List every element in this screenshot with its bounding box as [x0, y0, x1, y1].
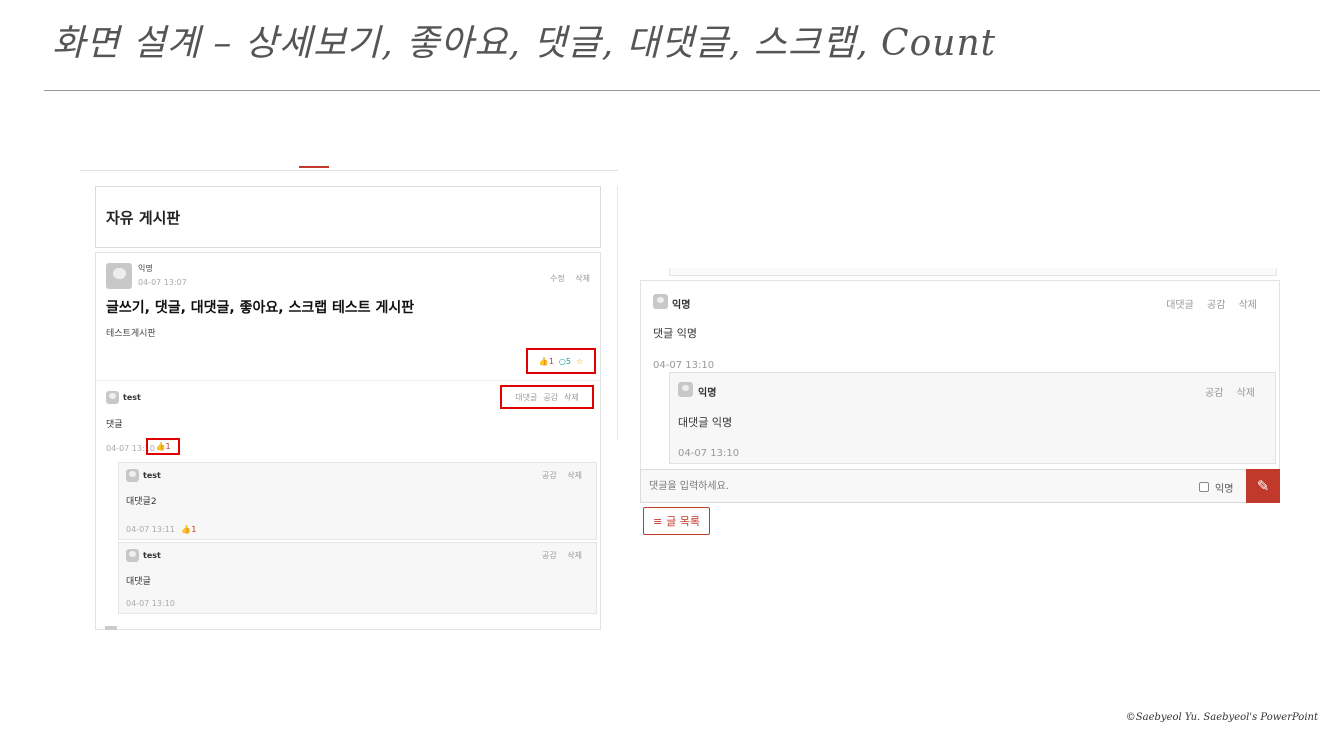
post-list-label: 글 목록 [666, 515, 701, 528]
reply-date: 04-07 13:10 [678, 448, 740, 459]
board-header: 자유 게시판 [95, 186, 601, 248]
reply-delete-button[interactable]: 삭제 [567, 551, 582, 560]
comment-like-button[interactable]: 공감 [543, 392, 558, 403]
post-author: 익명 [138, 264, 153, 273]
title-divider [44, 90, 1320, 91]
reply-date: 04-07 13:10 [126, 599, 175, 608]
post-stats: 👍1 ○5 ☆ [526, 348, 596, 374]
reply-text: 대댓글 익명 [678, 416, 733, 429]
reply-card: test 공감 삭제 대댓글2 04-07 13:11 👍1 [118, 462, 597, 540]
avatar-icon [106, 263, 132, 289]
comment-author: 익명 [672, 300, 691, 311]
post-title: 글쓰기, 댓글, 대댓글, 좋아요, 스크랩 테스트 게시판 [106, 300, 415, 316]
reply-delete-button[interactable]: 삭제 [567, 471, 582, 480]
anonymous-checkbox[interactable] [1199, 482, 1209, 492]
reply-like-button[interactable]: 공감 [542, 551, 557, 560]
comment-actions: 대댓글 공감 삭제 [500, 385, 594, 409]
comment-text: 댓글 익명 [653, 327, 697, 340]
list-icon: ≡ [652, 514, 663, 528]
submit-comment-button[interactable]: ✎ [1246, 469, 1280, 503]
comment-icon: ○ [558, 356, 566, 366]
reply-actions: 공감 삭제 [1195, 384, 1255, 399]
reply-button[interactable]: 대댓글 [1166, 300, 1194, 311]
avatar-icon [126, 549, 139, 562]
comment-delete-button[interactable]: 삭제 [1239, 300, 1257, 311]
reply-delete-button[interactable]: 삭제 [1237, 388, 1255, 399]
comment-like-button[interactable]: 공감 [1207, 300, 1225, 311]
post-comment-count: 5 [565, 356, 571, 366]
avatar-icon [678, 382, 693, 397]
post-actions: 수정 삭제 [542, 273, 590, 284]
active-tab-indicator [299, 166, 329, 168]
reply-like-count-group: 👍1 [181, 525, 196, 534]
post-date: 04-07 13:07 [138, 278, 187, 287]
comment-text: 댓글 [106, 420, 123, 430]
board-title: 자유 게시판 [106, 209, 181, 227]
reply-actions: 공감 삭제 [534, 550, 582, 561]
avatar-icon [126, 469, 139, 482]
thumbs-up-icon: 👍 [538, 356, 549, 366]
comment-author: test [123, 393, 141, 402]
reply-text: 대댓글2 [126, 497, 157, 507]
post-like-count: 1 [548, 356, 554, 366]
tab-underline [80, 170, 618, 171]
avatar-icon [106, 391, 119, 404]
edit-post-button[interactable]: 수정 [550, 274, 565, 283]
post-list-button[interactable]: ≡ 글 목록 [643, 507, 710, 535]
previous-reply-edge [669, 268, 1277, 276]
anonymous-reply-card: 익명 공감 삭제 대댓글 익명 04-07 13:10 [669, 372, 1276, 464]
reply-author: 익명 [698, 388, 717, 399]
pencil-icon: ✎ [1256, 477, 1270, 495]
copyright-text: ©Saebyeol Yu. Saebyeol's PowerPoint [1125, 712, 1318, 723]
post-like-button[interactable]: 👍1 [539, 357, 554, 366]
thumbs-up-icon: 👍 [155, 442, 166, 451]
panel-divider [617, 186, 618, 440]
reply-text: 대댓글 [126, 577, 151, 587]
anonymous-label: 익명 [1215, 484, 1234, 495]
reply-author: test [143, 471, 161, 480]
comment-date: 04-07 13:10 [653, 360, 715, 371]
comment-input-row: 익명 ✎ [640, 469, 1280, 503]
thumbs-up-icon: 👍 [181, 525, 192, 534]
delete-post-button[interactable]: 삭제 [575, 274, 590, 283]
comment-actions: 대댓글 공감 삭제 [1156, 296, 1257, 311]
reply-like-button[interactable]: 공감 [542, 471, 557, 480]
reply-date: 04-07 13:11 [126, 525, 175, 534]
comment-delete-button[interactable]: 삭제 [564, 392, 579, 403]
post-scrap-button[interactable]: ☆ [576, 357, 583, 366]
comment-like-count: 1 [165, 442, 171, 451]
slide-title: 화면 설계 – 상세보기, 좋아요, 댓글, 대댓글, 스크랩, Count [52, 23, 997, 64]
post-comment-count-group: ○5 [559, 357, 571, 366]
comment-input[interactable] [641, 470, 1181, 502]
reply-card: test 공감 삭제 대댓글 04-07 13:10 [118, 542, 597, 614]
reply-date-row: 04-07 13:11 👍1 [126, 525, 196, 534]
reply-actions: 공감 삭제 [534, 470, 582, 481]
reply-like-button[interactable]: 공감 [1205, 388, 1223, 399]
star-icon: ☆ [575, 356, 584, 366]
post-body: 테스트게시판 [106, 329, 156, 339]
reply-button[interactable]: 대댓글 [515, 392, 537, 403]
reply-like-count: 1 [191, 525, 197, 534]
reply-author: test [143, 551, 161, 560]
avatar-icon [653, 294, 668, 309]
next-comment-avatar [105, 626, 117, 630]
comment-like-count-group: 👍 1 [146, 438, 180, 455]
